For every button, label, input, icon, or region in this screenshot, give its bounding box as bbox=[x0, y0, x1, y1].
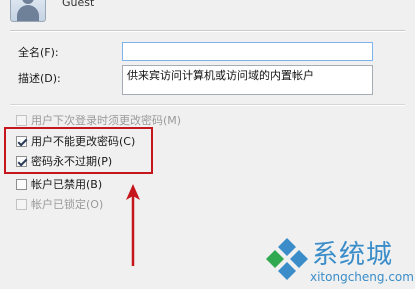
option-account-disabled[interactable]: 帐户已禁用(B) bbox=[16, 176, 102, 192]
header-divider bbox=[10, 30, 405, 32]
checkbox-account-disabled[interactable] bbox=[16, 178, 27, 190]
checkbox-account-locked bbox=[16, 198, 27, 210]
watermark-brand: 系统城 bbox=[312, 240, 394, 270]
description-input[interactable]: 供来宾访问计算机或访问域的内置帐户 bbox=[122, 65, 373, 95]
username-text: Guest bbox=[62, 0, 95, 9]
option-label: 用户下次登录时须更改密码(M) bbox=[31, 114, 182, 127]
diamond-logo-icon bbox=[266, 238, 308, 280]
fullname-input[interactable] bbox=[122, 42, 373, 61]
option-label: 帐户已锁定(O) bbox=[31, 198, 104, 211]
fullname-label: 全名(F): bbox=[18, 46, 59, 59]
option-account-locked: 帐户已锁定(O) bbox=[16, 196, 103, 212]
description-label: 描述(D): bbox=[18, 72, 61, 85]
user-avatar bbox=[10, 0, 46, 22]
watermark-url: xitongcheng.com bbox=[310, 270, 414, 284]
option-label: 帐户已禁用(B) bbox=[31, 178, 103, 191]
options-divider bbox=[10, 104, 405, 106]
user-header: Guest bbox=[0, 0, 415, 30]
option-must-change-password: 用户下次登录时须更改密码(M) bbox=[16, 112, 181, 128]
checkbox-must-change-password bbox=[16, 114, 27, 126]
red-arrow-icon bbox=[126, 184, 140, 266]
watermark-logo: 系统城 xitongcheng.com bbox=[262, 230, 415, 289]
highlight-box bbox=[4, 127, 153, 174]
